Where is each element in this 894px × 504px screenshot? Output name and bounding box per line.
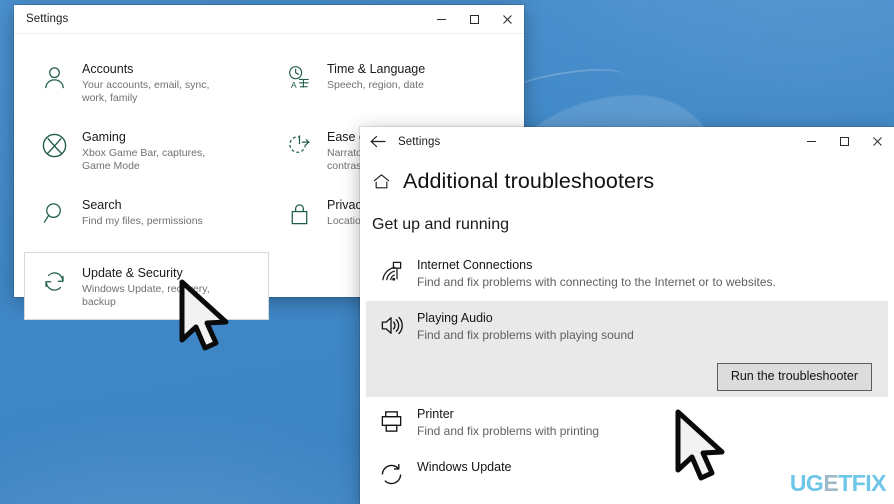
settings-home-titlebar[interactable]: Settings <box>14 5 524 34</box>
troubleshooter-item-text: Playing Audio Find and fix problems with… <box>417 310 872 343</box>
troubleshooters-window-title: Settings <box>398 135 441 148</box>
watermark-part-1: UG <box>789 470 824 496</box>
settings-tile-text: Accounts Your accounts, email, sync, wor… <box>82 61 232 105</box>
person-icon <box>39 62 69 92</box>
settings-tile-search[interactable]: Search Find my files, permissions <box>24 184 269 252</box>
troubleshooter-item-playing-audio[interactable]: Playing Audio Find and fix problems with… <box>366 301 888 354</box>
troubleshooter-item-internet-connections[interactable]: Internet Connections Find and fix proble… <box>366 248 888 301</box>
speaker-icon <box>378 312 404 338</box>
settings-tile-text: Gaming Xbox Game Bar, captures, Game Mod… <box>82 129 232 173</box>
troubleshooters-titlebar[interactable]: Settings <box>360 127 894 156</box>
refresh-shield-icon <box>39 266 69 296</box>
settings-tile-gaming[interactable]: Gaming Xbox Game Bar, captures, Game Mod… <box>24 116 269 184</box>
troubleshooter-description: Find and fix problems with playing sound <box>417 328 634 342</box>
tile-subtitle: Your accounts, email, sync, work, family <box>82 79 210 104</box>
close-icon[interactable] <box>861 127 894 156</box>
maximize-icon[interactable] <box>458 5 491 33</box>
troubleshooters-body: Additional troubleshooters Get up and ru… <box>360 156 894 504</box>
maximize-icon[interactable] <box>828 127 861 156</box>
lock-icon <box>284 198 314 228</box>
additional-troubleshooters-window[interactable]: Settings Additional troubleshooters Get … <box>360 127 894 504</box>
ease-of-access-icon <box>284 130 314 160</box>
tile-subtitle: Xbox Game Bar, captures, Game Mode <box>82 147 206 172</box>
tile-title: Update & Security <box>82 266 183 280</box>
minimize-icon[interactable] <box>795 127 828 156</box>
tile-subtitle: Find my files, permissions <box>82 215 203 227</box>
tile-subtitle: Windows Update, recovery, backup <box>82 283 210 308</box>
minimize-icon[interactable] <box>425 5 458 33</box>
screenshot-stage: Settings Accounts Your accounts, email, … <box>0 0 894 504</box>
section-heading-get-up-and-running: Get up and running <box>372 216 509 233</box>
troubleshooters-caption-buttons[interactable] <box>795 127 894 156</box>
page-header: Additional troubleshooters <box>360 169 894 194</box>
settings-tile-text: Time & Language Speech, region, date <box>327 61 425 92</box>
clock-language-icon: A <box>284 62 314 92</box>
watermark-part-3: TFIX <box>838 470 886 496</box>
ugetfix-watermark: UG E TFIX <box>789 470 887 497</box>
troubleshooter-action-row: Run the troubleshooter <box>366 354 888 397</box>
svg-text:A: A <box>290 80 296 90</box>
tile-title: Search <box>82 198 122 212</box>
settings-home-caption-buttons[interactable] <box>425 5 524 33</box>
printer-icon <box>378 408 404 434</box>
troubleshooter-item-text: Internet Connections Find and fix proble… <box>417 257 872 290</box>
settings-tile-update-and-security[interactable]: Update & Security Windows Update, recove… <box>24 252 269 320</box>
settings-tile-time-language[interactable]: A Time & Language Speech, region, date <box>269 48 514 116</box>
close-icon[interactable] <box>491 5 524 33</box>
xbox-icon <box>39 130 69 160</box>
settings-tile-accounts[interactable]: Accounts Your accounts, email, sync, wor… <box>24 48 269 116</box>
watermark-part-2: E <box>823 470 839 496</box>
troubleshooter-title: Printer <box>417 407 454 421</box>
settings-tile-text: Update & Security Windows Update, recove… <box>82 265 232 309</box>
tile-title: Accounts <box>82 62 134 76</box>
magnifier-icon <box>39 198 69 228</box>
page-title: Additional troubleshooters <box>403 169 655 193</box>
tile-title: Gaming <box>82 130 126 144</box>
troubleshooter-title: Internet Connections <box>417 258 533 272</box>
back-arrow-icon[interactable] <box>360 127 396 156</box>
troubleshooter-title: Playing Audio <box>417 311 493 325</box>
tile-title: Time & Language <box>327 62 426 76</box>
wifi-network-icon <box>378 259 404 285</box>
home-icon[interactable] <box>372 172 391 191</box>
tile-subtitle: Speech, region, date <box>327 79 424 91</box>
troubleshooter-description: Find and fix problems with connecting to… <box>417 275 776 289</box>
settings-tile-text: Search Find my files, permissions <box>82 197 203 228</box>
troubleshooter-item-printer[interactable]: Printer Find and fix problems with print… <box>366 397 888 450</box>
troubleshooter-description: Find and fix problems with printing <box>417 424 600 438</box>
run-the-troubleshooter-button[interactable]: Run the troubleshooter <box>716 363 872 391</box>
update-arrow-icon <box>378 461 404 487</box>
settings-home-title: Settings <box>26 13 69 25</box>
troubleshooter-item-text: Printer Find and fix problems with print… <box>417 406 872 439</box>
